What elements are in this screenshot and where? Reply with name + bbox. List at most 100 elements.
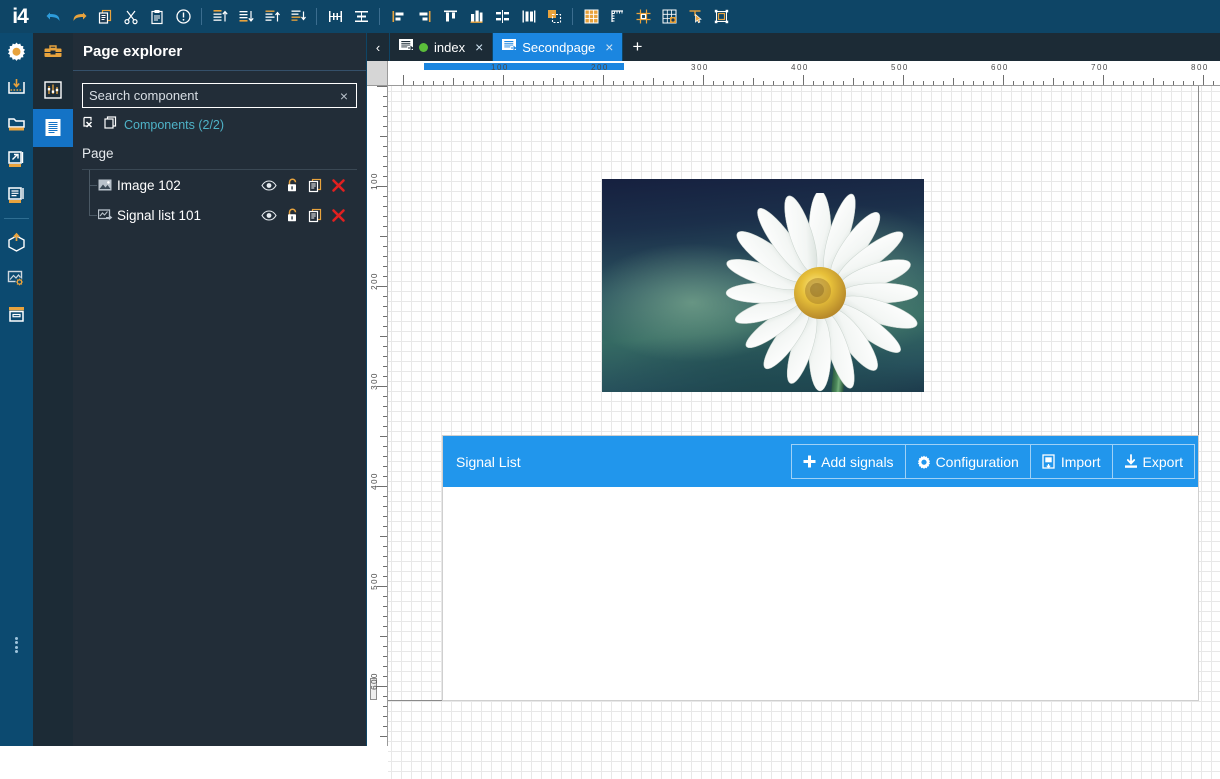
button-label: Configuration [935, 453, 1019, 470]
ruler-tick-label: 400 [791, 63, 809, 72]
import-button[interactable]: Import [1029, 444, 1112, 479]
plus-icon [803, 455, 816, 468]
search-component-row: × [82, 83, 357, 108]
align-bottom-icon[interactable] [233, 0, 259, 33]
signal-list-icon [98, 208, 117, 222]
tab-label: index [434, 39, 466, 55]
copy-icon[interactable] [92, 0, 118, 33]
tab-index[interactable]: index × [390, 33, 494, 61]
visibility-toggle[interactable] [261, 179, 277, 191]
image-icon [98, 178, 117, 192]
align-top-icon[interactable] [207, 0, 233, 33]
sidebar-item-import-data[interactable] [0, 69, 33, 105]
delete-button[interactable] [331, 178, 346, 193]
vertical-ruler[interactable]: 100 200 300 400 500 600 [367, 86, 388, 746]
ruler-tick-label: 100 [491, 63, 509, 72]
align-edge-right-icon[interactable] [411, 0, 437, 33]
duplicate-all-icon[interactable] [103, 115, 118, 135]
tool-rail [33, 33, 73, 746]
align-left-icon[interactable] [259, 0, 285, 33]
canvas-image-component[interactable] [602, 179, 924, 392]
group-icon[interactable] [541, 0, 567, 33]
select-tool-icon[interactable] [682, 0, 708, 33]
info-icon[interactable] [170, 0, 196, 33]
search-clear-icon[interactable]: × [332, 89, 356, 103]
sidebar-item-export[interactable] [0, 141, 33, 177]
ruler-tick-label: 800 [1191, 63, 1209, 72]
ruler-tick-label: 500 [891, 63, 909, 72]
signal-list-title: Signal List [456, 453, 521, 470]
sidebar-item-archive[interactable] [0, 296, 33, 332]
ruler-tick-label: 200 [591, 63, 609, 72]
tab-close-icon[interactable]: × [475, 39, 483, 55]
search-input[interactable] [83, 88, 332, 103]
export-button[interactable]: Export [1111, 444, 1195, 479]
tab-scroll-left-button[interactable]: ‹ [367, 33, 390, 61]
sidebar-item-list[interactable] [0, 177, 33, 213]
ruler-tick-label: 300 [691, 63, 709, 72]
tab-close-icon[interactable]: × [605, 39, 613, 55]
duplicate-button[interactable] [308, 178, 322, 193]
grid-settings-icon[interactable] [656, 0, 682, 33]
configuration-button[interactable]: Configuration [904, 444, 1030, 479]
tree-item-label: Signal list 101 [117, 207, 202, 223]
ruler-tick-label: 500 [370, 572, 379, 590]
rail-divider [4, 218, 29, 219]
add-page-button[interactable]: + [623, 33, 651, 61]
ruler-tick-label: 300 [370, 372, 379, 390]
tree-item-image-102[interactable]: Image 102 [82, 170, 357, 200]
same-width-icon[interactable] [515, 0, 541, 33]
snap-grid-icon[interactable] [630, 0, 656, 33]
lock-toggle[interactable] [286, 208, 299, 223]
tree-item-label: Image 102 [117, 177, 181, 193]
horizontal-ruler[interactable]: 100 200 300 400 500 600 700 800 [388, 61, 1220, 86]
page-title: Page explorer [83, 43, 183, 60]
bounding-box-icon[interactable] [708, 0, 734, 33]
button-label: Export [1142, 453, 1183, 470]
design-canvas[interactable]: Signal List Add signals Configuration Im… [388, 86, 1220, 779]
delete-button[interactable] [331, 208, 346, 223]
align-center-horizontal-icon[interactable] [437, 0, 463, 33]
page-node-label: Page [82, 146, 114, 161]
tab-secondpage[interactable]: Secondpage × [493, 33, 624, 61]
tool-page-explorer[interactable] [33, 109, 73, 147]
sidebar-item-settings[interactable] [0, 33, 33, 69]
align-center-vertical-icon[interactable] [489, 0, 515, 33]
sidebar-item-folder[interactable] [0, 105, 33, 141]
align-right-icon[interactable] [285, 0, 311, 33]
main-toolbar: i4 [0, 0, 1220, 33]
grid-show-icon[interactable] [578, 0, 604, 33]
page-explorer-header: Page explorer [73, 33, 366, 71]
left-nav-rail [0, 33, 33, 746]
visibility-toggle[interactable] [261, 209, 277, 221]
signal-list-body [443, 487, 1198, 701]
tool-toolbox[interactable] [33, 33, 73, 71]
tree-item-signal-list-101[interactable]: Signal list 101 [82, 200, 357, 230]
undo-icon[interactable] [40, 0, 66, 33]
ruler-icon[interactable] [604, 0, 630, 33]
components-filter-row: Components (2/2) [82, 115, 357, 135]
signal-list-toolbar: Add signals Configuration Import Export [791, 444, 1198, 479]
page-icon [399, 39, 414, 55]
distribute-vertical-icon[interactable] [348, 0, 374, 33]
distribute-horizontal-icon[interactable] [322, 0, 348, 33]
import-icon [1042, 454, 1056, 469]
canvas-signal-list-component[interactable]: Signal List Add signals Configuration Im… [442, 435, 1199, 701]
toolbar-separator [316, 8, 317, 25]
redo-icon[interactable] [66, 0, 92, 33]
cut-icon[interactable] [118, 0, 144, 33]
sidebar-item-deploy[interactable] [0, 224, 33, 260]
lock-toggle[interactable] [286, 178, 299, 193]
deselect-all-icon[interactable] [82, 115, 97, 135]
daisy-flower-image [725, 193, 919, 392]
add-signals-button[interactable]: Add signals [791, 444, 905, 479]
align-edge-left-icon[interactable] [385, 0, 411, 33]
tool-properties[interactable] [33, 71, 73, 109]
duplicate-button[interactable] [308, 208, 322, 223]
same-height-icon[interactable] [463, 0, 489, 33]
tree-item-actions [261, 208, 357, 223]
rail-more-options-handle[interactable] [0, 632, 33, 658]
paste-icon[interactable] [144, 0, 170, 33]
sidebar-item-media-settings[interactable] [0, 260, 33, 296]
ruler-tick-label: 100 [370, 172, 379, 190]
